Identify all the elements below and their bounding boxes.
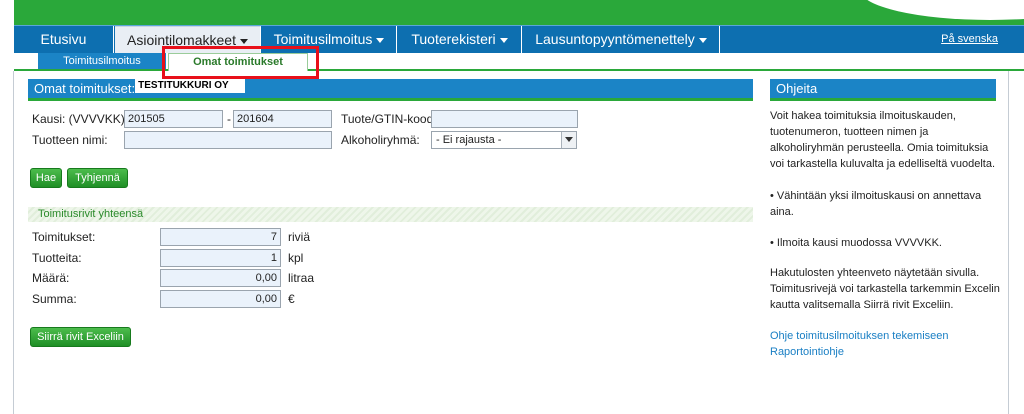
banner-green-bar (14, 0, 1024, 26)
summary-label-deliveries: Toimitukset: (32, 230, 96, 244)
chevron-down-icon (239, 38, 248, 44)
alcohol-group-label: Alkoholiryhmä: (341, 133, 420, 147)
export-excel-button[interactable]: Siirrä rivit Exceliin (30, 327, 131, 347)
nav-item-etusivu[interactable]: Etusivu (14, 26, 114, 54)
help-paragraph-summary: Hakutulosten yhteenveto näytetään sivull… (770, 267, 1000, 311)
frame-left-line (13, 71, 14, 414)
nav-item-lausuntopyynto[interactable]: Lausuntopyyntömenettely (523, 26, 720, 54)
summary-label-products: Tuotteita: (32, 251, 82, 265)
top-banner (0, 0, 1024, 26)
alcohol-group-select[interactable]: - Ei rajausta - (431, 131, 577, 149)
nav-item-label: Toimitusilmoitus (273, 31, 373, 47)
help-paragraph-intro: Voit hakea toimituksia ilmoituskauden, t… (770, 110, 996, 170)
page-title: Omat toimitukset: (34, 81, 136, 96)
gtin-input[interactable] (431, 110, 578, 128)
summary-label-amount: Määrä: (32, 271, 70, 285)
help-paragraph-period-format: • Ilmoita kausi muodossa VVVVKK. (770, 237, 942, 249)
nav-item-label: Etusivu (40, 31, 87, 47)
summary-unit-sum: € (288, 292, 295, 306)
summary-value-sum: 0,00 (160, 290, 281, 308)
nav-item-label: Tuoterekisteri (411, 31, 496, 47)
summary-unit-amount: litraa (288, 271, 315, 285)
product-name-input[interactable] (124, 131, 332, 149)
highlight-annotation-box (162, 46, 319, 79)
frame-right-line (1008, 71, 1009, 414)
summary-label-sum: Summa: (32, 292, 77, 306)
product-name-label: Tuotteen nimi: (32, 133, 108, 147)
gtin-label: Tuote/GTIN-koodi: (341, 112, 440, 126)
summary-value-deliveries: 7 (160, 228, 281, 246)
kausi-from-input[interactable] (124, 110, 223, 128)
help-title: Ohjeita (776, 81, 818, 96)
language-switch-link[interactable]: På svenska (941, 33, 998, 45)
kausi-dash: - (227, 112, 231, 126)
alcohol-group-value: - Ei rajausta - (436, 134, 502, 146)
company-name: TESTITUKKURI OY (135, 79, 245, 93)
help-link-reporting[interactable]: Raportointiohje (770, 346, 844, 358)
main-panel-header: Omat toimitukset: TESTITUKKURI OY (28, 79, 753, 101)
summary-value-products: 1 (160, 249, 281, 267)
search-button[interactable]: Hae (30, 168, 62, 188)
chevron-down-icon (698, 37, 707, 43)
summary-section-title: Toimitusrivit yhteensä (28, 207, 753, 222)
summary-unit-deliveries: riviä (288, 230, 311, 244)
help-paragraph-period-required: • Vähintään yksi ilmoituskausi on annett… (770, 190, 982, 218)
chevron-down-icon (499, 37, 508, 43)
help-link-instructions[interactable]: Ohje toimitusilmoituksen tekemiseen (770, 330, 949, 342)
clear-button[interactable]: Tyhjennä (67, 168, 128, 188)
chevron-down-icon (376, 37, 385, 43)
nav-item-tuoterekisteri[interactable]: Tuoterekisteri (398, 26, 522, 54)
summary-unit-products: kpl (288, 251, 304, 265)
summary-value-amount: 0,00 (160, 269, 281, 287)
chevron-down-icon (561, 132, 576, 148)
subtab-toimitusilmoitus[interactable]: Toimitusilmoitus (38, 53, 166, 69)
help-panel-header: Ohjeita (770, 79, 996, 101)
subtab-label: Toimitusilmoitus (63, 55, 141, 67)
nav-item-label: Lausuntopyyntömenettely (535, 31, 695, 47)
kausi-to-input[interactable] (233, 110, 332, 128)
kausi-label: Kausi: (VVVVKK): (32, 112, 129, 126)
